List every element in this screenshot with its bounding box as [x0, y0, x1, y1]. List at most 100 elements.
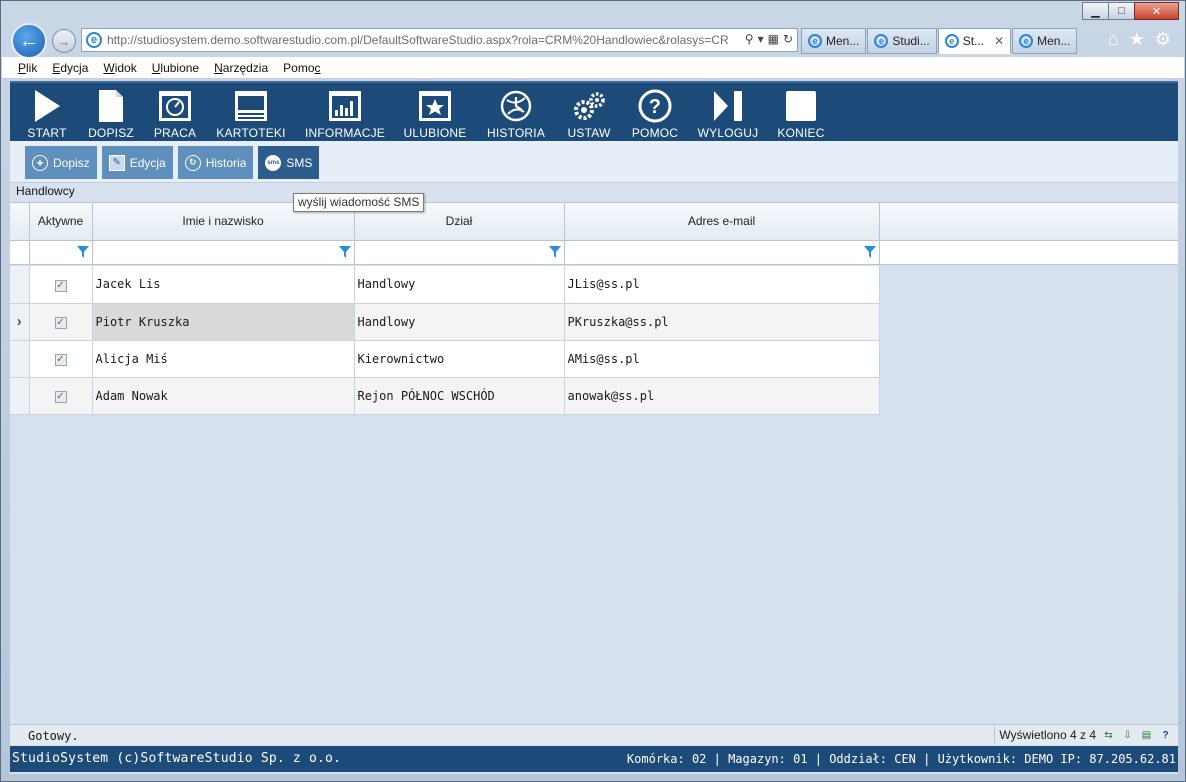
email-cell[interactable]: anowak@ss.pl: [564, 377, 880, 415]
compatibility-icon[interactable]: ▦: [768, 32, 779, 46]
row-selector-current[interactable]: ›: [10, 303, 30, 341]
dept-cell[interactable]: Rejon PÓŁNOC WSCHÓD: [354, 377, 565, 415]
maximize-button[interactable]: □: [1108, 2, 1135, 20]
browser-tab[interactable]: e Studi...: [867, 28, 937, 54]
filter-cell-dzial[interactable]: [354, 240, 565, 265]
filter-selector-cell: [10, 240, 30, 265]
menu-item-pomoc[interactable]: Pomoc: [283, 61, 320, 75]
sms-button[interactable]: sms SMS: [258, 146, 320, 179]
dropdown-arrow-icon[interactable]: ▾: [758, 32, 764, 46]
refresh-data-icon[interactable]: ⇆: [1102, 729, 1115, 742]
active-cell[interactable]: ✓: [29, 266, 93, 304]
toolbar-label: INFORMACJE: [305, 126, 385, 140]
edycja-button[interactable]: ✎ Edycja: [101, 146, 173, 179]
dept-cell[interactable]: Handlowy: [354, 303, 565, 341]
toolbar-label: USTAW: [567, 126, 611, 140]
filter-icon[interactable]: [338, 245, 351, 261]
filter-icon[interactable]: [76, 245, 89, 261]
filter-cell-email[interactable]: [564, 240, 880, 265]
name-cell[interactable]: Alicja Miś: [92, 340, 355, 378]
active-checkbox[interactable]: ✓: [54, 317, 67, 329]
toolbar-koniec-button[interactable]: KONIEC: [766, 83, 836, 141]
menu-item-widok[interactable]: Widok: [103, 61, 136, 75]
browser-tools: ⌂ ★ ⚙: [1108, 29, 1171, 50]
table-row[interactable]: ✓ Adam Nowak Rejon PÓŁNOC WSCHÓD anowak@…: [10, 377, 1178, 415]
email-cell[interactable]: JLis@ss.pl: [564, 266, 880, 304]
toolbar-label: PRACA: [153, 126, 197, 140]
active-checkbox[interactable]: ✓: [54, 279, 67, 292]
back-arrow-icon[interactable]: ←: [11, 23, 47, 59]
export-icon[interactable]: ⇩: [1121, 729, 1134, 742]
filter-icon[interactable]: [863, 245, 876, 261]
active-checkbox[interactable]: ✓: [54, 391, 67, 403]
dept-cell[interactable]: Kierownictwo: [354, 340, 565, 378]
row-selector[interactable]: [10, 340, 30, 378]
toolbar-ulubione-button[interactable]: ULUBIONE: [396, 83, 474, 141]
logout-icon: [712, 88, 744, 124]
menu-item-ulubione[interactable]: Ulubione: [152, 61, 199, 75]
active-cell[interactable]: ✓: [29, 377, 93, 415]
footer-session-info: Komórka: 02 | Magazyn: 01 | Oddział: CEN…: [626, 752, 1176, 766]
print-icon[interactable]: ▤: [1140, 729, 1153, 742]
menu-item-edycja[interactable]: Edycja: [52, 61, 88, 75]
toolbar-start-button[interactable]: START: [14, 83, 80, 141]
application-area: START DOPISZ PRACA KARTOTEKI INFORMACJE …: [10, 81, 1178, 774]
help-icon: ?: [638, 88, 672, 124]
table-row-current[interactable]: › ✓ Piotr Kruszka Handlowy PKruszka@ss.p…: [10, 303, 1178, 341]
column-header-aktywne[interactable]: Aktywne: [29, 203, 93, 241]
refresh-icon[interactable]: ↻: [783, 32, 793, 46]
toolbar-historia-button[interactable]: HISTORIA: [474, 83, 558, 141]
filter-icon[interactable]: [548, 245, 561, 261]
tab-title: St...: [962, 34, 985, 48]
name-cell[interactable]: Jacek Lis: [92, 266, 355, 304]
sms-tooltip: wyślij wiadomość SMS: [293, 193, 425, 212]
toolbar-label: KONIEC: [777, 126, 825, 140]
toolbar-kartoteki-button[interactable]: KARTOTEKI: [208, 83, 294, 141]
toolbar-label: POMOC: [631, 126, 679, 140]
toolbar-praca-button[interactable]: PRACA: [142, 83, 208, 141]
filter-cell-aktywne[interactable]: [29, 240, 93, 265]
dopisz-button[interactable]: + Dopisz: [25, 146, 97, 179]
menu-item-narzedzia[interactable]: Narzędzia: [214, 61, 268, 75]
name-cell[interactable]: Adam Nowak: [92, 377, 355, 415]
table-row[interactable]: ✓ Jacek Lis Handlowy JLis@ss.pl: [10, 266, 1178, 304]
address-url[interactable]: http://studiosystem.demo.softwarestudio.…: [107, 33, 731, 47]
email-cell[interactable]: AMis@ss.pl: [564, 340, 880, 378]
browser-window: ▁ □ ✕ ← → e http://studiosystem.demo.sof…: [0, 0, 1186, 782]
toolbar-wyloguj-button[interactable]: WYLOGUJ: [690, 83, 766, 141]
dept-cell[interactable]: Handlowy: [354, 266, 565, 304]
table-row[interactable]: ✓ Alicja Miś Kierownictwo AMis@ss.pl: [10, 340, 1178, 378]
search-icon[interactable]: ⚲: [745, 32, 754, 46]
home-icon[interactable]: ⌂: [1108, 29, 1119, 50]
browser-tab-active[interactable]: e St... ✕: [937, 28, 1012, 54]
row-selector[interactable]: [10, 266, 30, 304]
favorites-star-icon[interactable]: ★: [1129, 29, 1145, 50]
help-small-icon[interactable]: ?: [1159, 729, 1172, 742]
column-header-email[interactable]: Adres e-mail: [564, 203, 880, 241]
active-cell[interactable]: ✓: [29, 303, 93, 341]
active-checkbox[interactable]: ✓: [54, 354, 67, 366]
menu-bar: Plik Edycja Widok Ulubione Narzędzia Pom…: [2, 57, 1184, 79]
active-cell[interactable]: ✓: [29, 340, 93, 378]
toolbar-pomoc-button[interactable]: ? POMOC: [620, 83, 690, 141]
toolbar-label: HISTORIA: [486, 126, 546, 140]
toolbar-dopisz-button[interactable]: DOPISZ: [80, 83, 142, 141]
forward-arrow-icon[interactable]: →: [52, 29, 76, 53]
history-globe-icon: [499, 88, 533, 124]
close-tab-icon[interactable]: ✕: [994, 34, 1004, 48]
toolbar-ustaw-button[interactable]: USTAW: [558, 83, 620, 141]
settings-gear-icon[interactable]: ⚙: [1155, 29, 1171, 50]
minimize-button[interactable]: ▁: [1082, 2, 1109, 20]
browser-tab[interactable]: e Men...: [1012, 28, 1078, 54]
filter-cell-name[interactable]: [92, 240, 355, 265]
close-window-button[interactable]: ✕: [1134, 2, 1179, 20]
browser-tab[interactable]: e Men...: [801, 28, 867, 54]
historia-button[interactable]: ↻ Historia: [177, 146, 254, 179]
address-bar[interactable]: e http://studiosystem.demo.softwarestudi…: [81, 28, 798, 52]
row-selector[interactable]: [10, 377, 30, 415]
row-selector-header: [10, 203, 30, 241]
email-cell[interactable]: PKruszka@ss.pl: [564, 303, 880, 341]
name-cell[interactable]: Piotr Kruszka: [92, 303, 355, 341]
menu-item-plik[interactable]: Plik: [18, 61, 37, 75]
toolbar-informacje-button[interactable]: INFORMACJE: [294, 83, 396, 141]
